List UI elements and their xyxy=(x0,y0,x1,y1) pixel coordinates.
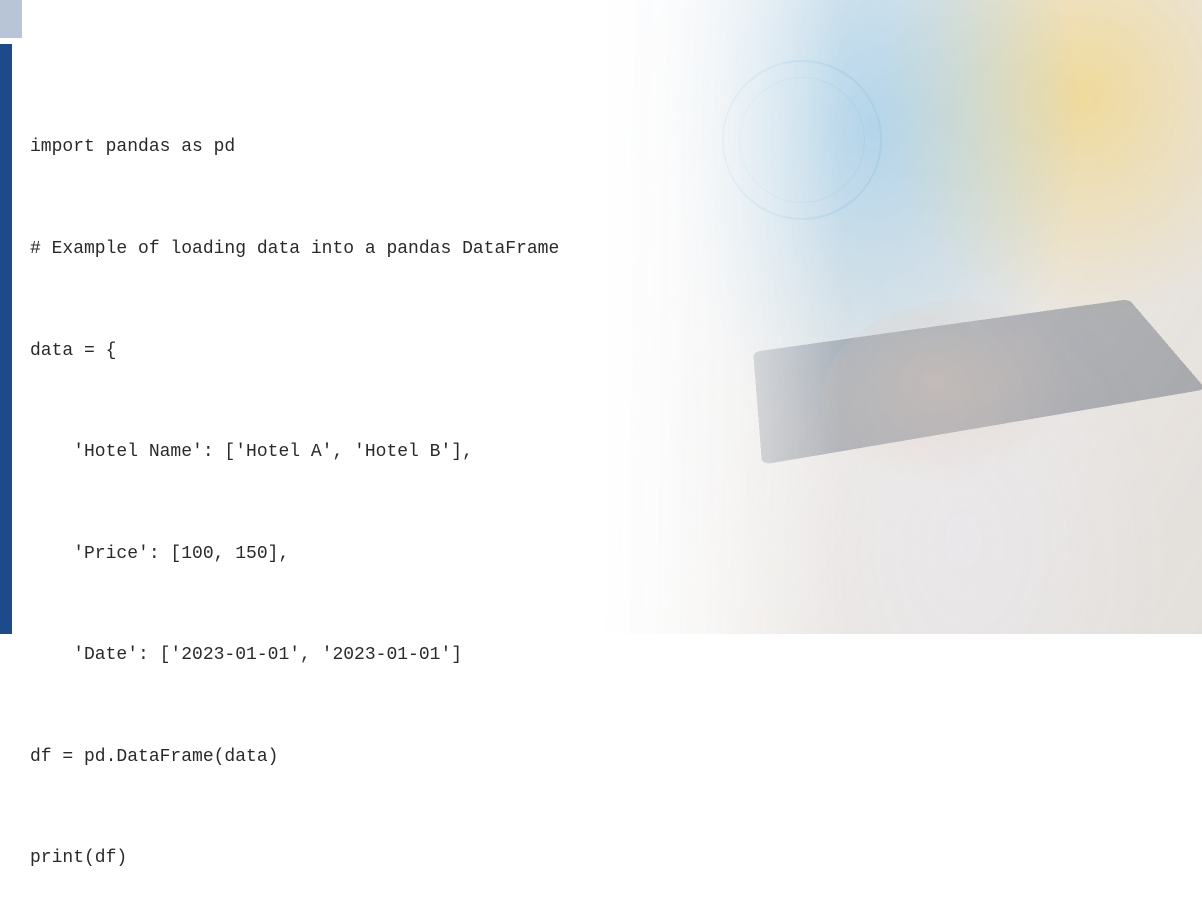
code-line: print(df) xyxy=(30,846,559,871)
code-line: import pandas as pd xyxy=(30,135,559,160)
code-block: import pandas as pd # Example of loading… xyxy=(30,85,559,923)
accent-bar-main xyxy=(0,44,12,634)
code-line: 'Price': [100, 150], xyxy=(30,542,559,567)
code-line: data = { xyxy=(30,339,559,364)
hud-circle-decoration xyxy=(722,60,882,220)
code-line: 'Hotel Name': ['Hotel A', 'Hotel B'], xyxy=(30,440,559,465)
decorative-background xyxy=(602,0,1202,634)
code-line: # Example of loading data into a pandas … xyxy=(30,237,559,262)
accent-bar-top xyxy=(0,0,22,38)
code-line: df = pd.DataFrame(data) xyxy=(30,745,559,770)
code-line: 'Date': ['2023-01-01', '2023-01-01'] xyxy=(30,643,559,668)
hand-decoration xyxy=(822,300,1102,500)
